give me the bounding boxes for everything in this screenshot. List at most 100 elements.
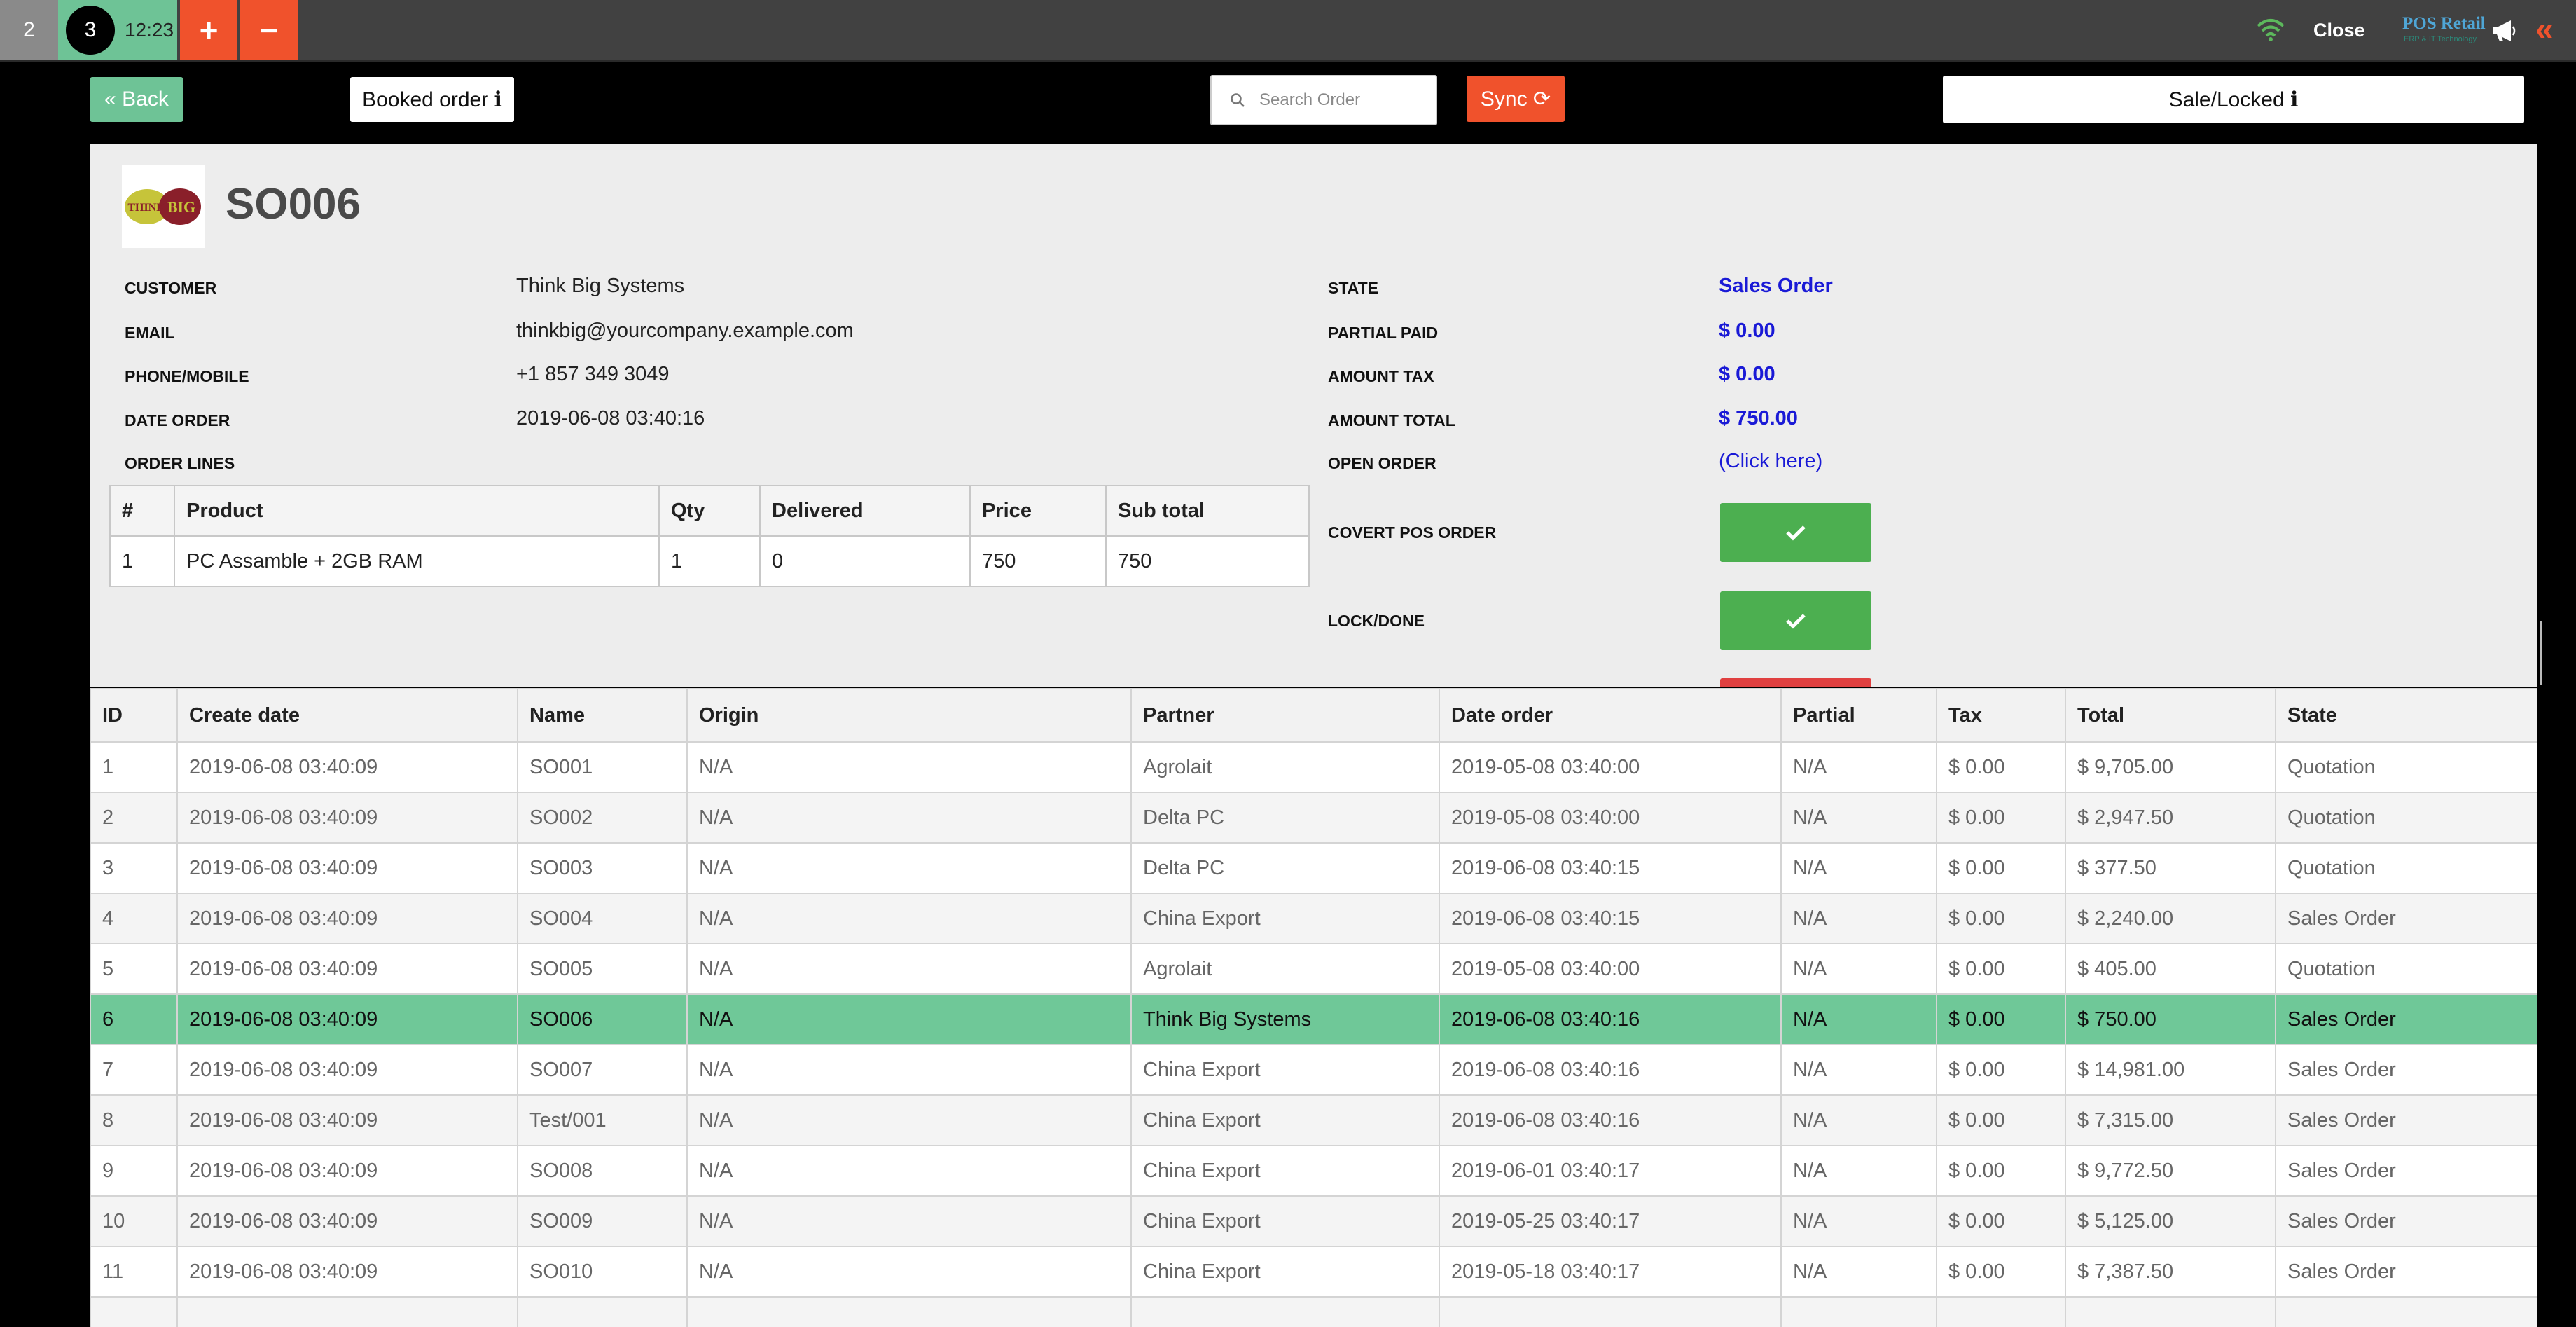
row-name: SO009 xyxy=(517,1195,688,1247)
row-create-date: 2019-06-08 03:40:09 xyxy=(176,893,518,944)
row-create-date: 2019-06-08 03:40:09 xyxy=(176,1044,518,1096)
row-create-date: 2019-06-08 03:40:09 xyxy=(176,1246,518,1298)
col-qty: Qty xyxy=(658,485,761,537)
col-product: Product xyxy=(174,485,660,537)
row-total: $ 750.00 xyxy=(2065,993,2276,1045)
booked-order-button[interactable]: Booked order ℹ xyxy=(350,77,514,122)
col-name[interactable]: Name xyxy=(517,688,688,743)
remove-order-button[interactable]: − xyxy=(240,0,298,60)
row-id: 11 xyxy=(90,1246,178,1298)
col-id[interactable]: ID xyxy=(90,688,178,743)
col-partner[interactable]: Partner xyxy=(1130,688,1440,743)
col-subtotal: Sub total xyxy=(1105,485,1310,537)
table-row[interactable] xyxy=(90,1296,2537,1327)
row-partial: N/A xyxy=(1780,993,1937,1045)
row-partial: N/A xyxy=(1780,1145,1937,1197)
table-row[interactable]: 1 2019-06-08 03:40:09 SO001 N/A Agrolait 2019… xyxy=(90,741,2537,793)
row-origin: N/A xyxy=(686,1145,1132,1197)
row-origin: N/A xyxy=(686,1044,1132,1096)
back-button[interactable]: « Back xyxy=(90,77,183,122)
row-state: Sales Order xyxy=(2275,1094,2537,1146)
row-date-order: 2019-06-08 03:40:16 xyxy=(1439,1094,1782,1146)
row-create-date xyxy=(176,1296,518,1327)
cancel-order-button[interactable] xyxy=(1720,678,1871,687)
search-order-input[interactable] xyxy=(1258,90,1429,111)
open-order-link[interactable]: (Click here) xyxy=(1719,450,1822,473)
row-tax: $ 0.00 xyxy=(1936,1246,2066,1298)
row-date-order xyxy=(1439,1296,1782,1327)
add-order-button[interactable]: + xyxy=(180,0,237,60)
table-row[interactable]: 11 2019-06-08 03:40:09 SO010 N/A China Expor… xyxy=(90,1246,2537,1298)
row-id: 7 xyxy=(90,1044,178,1096)
table-row[interactable]: 9 2019-06-08 03:40:09 SO008 N/A China Export… xyxy=(90,1145,2537,1197)
row-tax: $ 0.00 xyxy=(1936,741,2066,793)
row-partial: N/A xyxy=(1780,1044,1937,1096)
lock-done-button[interactable] xyxy=(1720,591,1871,650)
megaphone-icon[interactable] xyxy=(2490,18,2518,43)
table-row[interactable]: 5 2019-06-08 03:40:09 SO005 N/A Agrolait 2019… xyxy=(90,943,2537,995)
table-row[interactable]: 10 2019-06-08 03:40:09 SO009 N/A China Expor… xyxy=(90,1195,2537,1247)
sync-button[interactable]: Sync ⟳ xyxy=(1467,76,1565,122)
search-order-box xyxy=(1210,75,1437,125)
table-row[interactable]: 4 2019-06-08 03:40:09 SO004 N/A China Export… xyxy=(90,893,2537,944)
row-partial: N/A xyxy=(1780,741,1937,793)
col-state[interactable]: State xyxy=(2275,688,2537,743)
col-create-date[interactable]: Create date xyxy=(176,688,518,743)
row-partner: Think Big Systems xyxy=(1130,993,1440,1045)
amount-tax-label: AMOUNT TAX xyxy=(1328,367,1434,385)
order-tab-number-badge: 3 xyxy=(65,6,115,55)
covert-pos-order-button[interactable] xyxy=(1720,503,1871,562)
row-state: Sales Order xyxy=(2275,1195,2537,1247)
line-product: PC Assamble + 2GB RAM xyxy=(174,535,660,587)
row-total: $ 2,947.50 xyxy=(2065,792,2276,844)
orders-body: 1 2019-06-08 03:40:09 SO001 N/A Agrolait 2019… xyxy=(90,741,2537,1327)
collapse-panel-icon[interactable]: « xyxy=(2535,10,2554,48)
table-row[interactable]: 2 2019-06-08 03:40:09 SO002 N/A Delta PC 2019… xyxy=(90,792,2537,844)
order-tab-2[interactable]: 2 xyxy=(0,0,58,60)
row-name: SO004 xyxy=(517,893,688,944)
order-title: SO006 xyxy=(226,180,361,228)
col-tax[interactable]: Tax xyxy=(1936,688,2066,743)
row-name: SO001 xyxy=(517,741,688,793)
col-date-order[interactable]: Date order xyxy=(1439,688,1782,743)
phone-value: +1 857 349 3049 xyxy=(516,363,670,385)
row-state: Quotation xyxy=(2275,792,2537,844)
col-origin[interactable]: Origin xyxy=(686,688,1132,743)
row-partner: China Export xyxy=(1130,1195,1440,1247)
state-label: STATE xyxy=(1328,279,1378,297)
row-total: $ 377.50 xyxy=(2065,842,2276,894)
order-tab-time: 12:23 xyxy=(124,19,174,41)
row-partial: N/A xyxy=(1780,1246,1937,1298)
row-state: Sales Order xyxy=(2275,993,2537,1045)
row-partner: China Export xyxy=(1130,1044,1440,1096)
row-state: Quotation xyxy=(2275,842,2537,894)
table-row[interactable]: 6 2019-06-08 03:40:09 SO006 N/A Think Big Sy… xyxy=(90,993,2537,1045)
row-create-date: 2019-06-08 03:40:09 xyxy=(176,1195,518,1247)
col-partial[interactable]: Partial xyxy=(1780,688,1937,743)
row-date-order: 2019-05-08 03:40:00 xyxy=(1439,792,1782,844)
table-row[interactable]: 3 2019-06-08 03:40:09 SO003 N/A Delta PC 2019… xyxy=(90,842,2537,894)
line-subtotal: 750 xyxy=(1105,535,1310,587)
order-lines-table: # Product Qty Delivered Price Sub total … xyxy=(109,485,1310,587)
row-origin xyxy=(686,1296,1132,1327)
row-create-date: 2019-06-08 03:40:09 xyxy=(176,1094,518,1146)
row-date-order: 2019-06-08 03:40:15 xyxy=(1439,842,1782,894)
row-state xyxy=(2275,1296,2537,1327)
row-partial: N/A xyxy=(1780,893,1937,944)
top-bar: 2 3 12:23 + − Close POS Retail ERP & IT … xyxy=(0,0,2576,62)
row-state: Sales Order xyxy=(2275,893,2537,944)
row-partial: N/A xyxy=(1780,792,1937,844)
table-row[interactable]: 7 2019-06-08 03:40:09 SO007 N/A China Export… xyxy=(90,1044,2537,1096)
order-detail-panel: THINK BIG SO006 CUSTOMER Think Big Syste… xyxy=(90,144,2537,687)
row-origin: N/A xyxy=(686,943,1132,995)
row-total: $ 7,315.00 xyxy=(2065,1094,2276,1146)
table-row[interactable]: 8 2019-06-08 03:40:09 Test/001 N/A China Exp… xyxy=(90,1094,2537,1146)
row-total: $ 405.00 xyxy=(2065,943,2276,995)
order-tab-3-active[interactable]: 3 12:23 xyxy=(58,0,177,60)
detail-scrollbar[interactable] xyxy=(2540,621,2542,685)
col-total[interactable]: Total xyxy=(2065,688,2276,743)
close-button[interactable]: Close xyxy=(2313,20,2365,41)
row-partial xyxy=(1780,1296,1937,1327)
sale-locked-button[interactable]: Sale/Locked ℹ xyxy=(1943,76,2524,123)
row-partner: Delta PC xyxy=(1130,842,1440,894)
